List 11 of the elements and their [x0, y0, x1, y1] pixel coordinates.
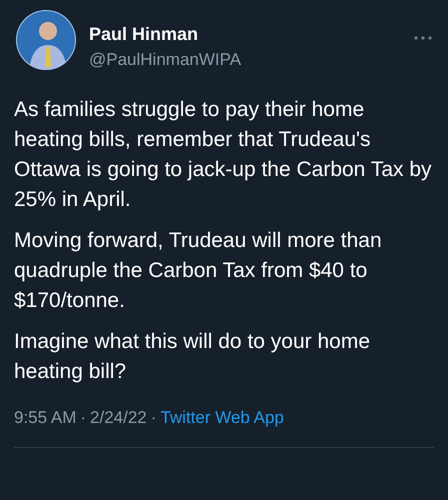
more-icon[interactable]: [414, 36, 432, 40]
author-handle[interactable]: @PaulHinmanWIPA: [89, 49, 242, 71]
tweet-time: 9:55 AM: [14, 407, 76, 429]
tweet-paragraph: As families struggle to pay their home heating bills, remember that Trudeau's Ottawa is going to jack-up the Carbon Tax by 25% in April.: [14, 97, 433, 213]
tweet-paragraph: Imagine what this will do to your home heating bill?: [14, 329, 372, 385]
separator-dot: ·: [80, 407, 86, 429]
tweet-date: 2/24/22: [90, 407, 147, 429]
tweet-paragraph: Moving forward, Trudeau will more than quadruple the Carbon Tax from $40 to $170/tonne.: [14, 228, 383, 314]
separator-dot: ·: [150, 407, 156, 429]
author-name[interactable]: Paul Hinman: [89, 23, 242, 45]
source-link[interactable]: Twitter Web App: [160, 407, 284, 429]
